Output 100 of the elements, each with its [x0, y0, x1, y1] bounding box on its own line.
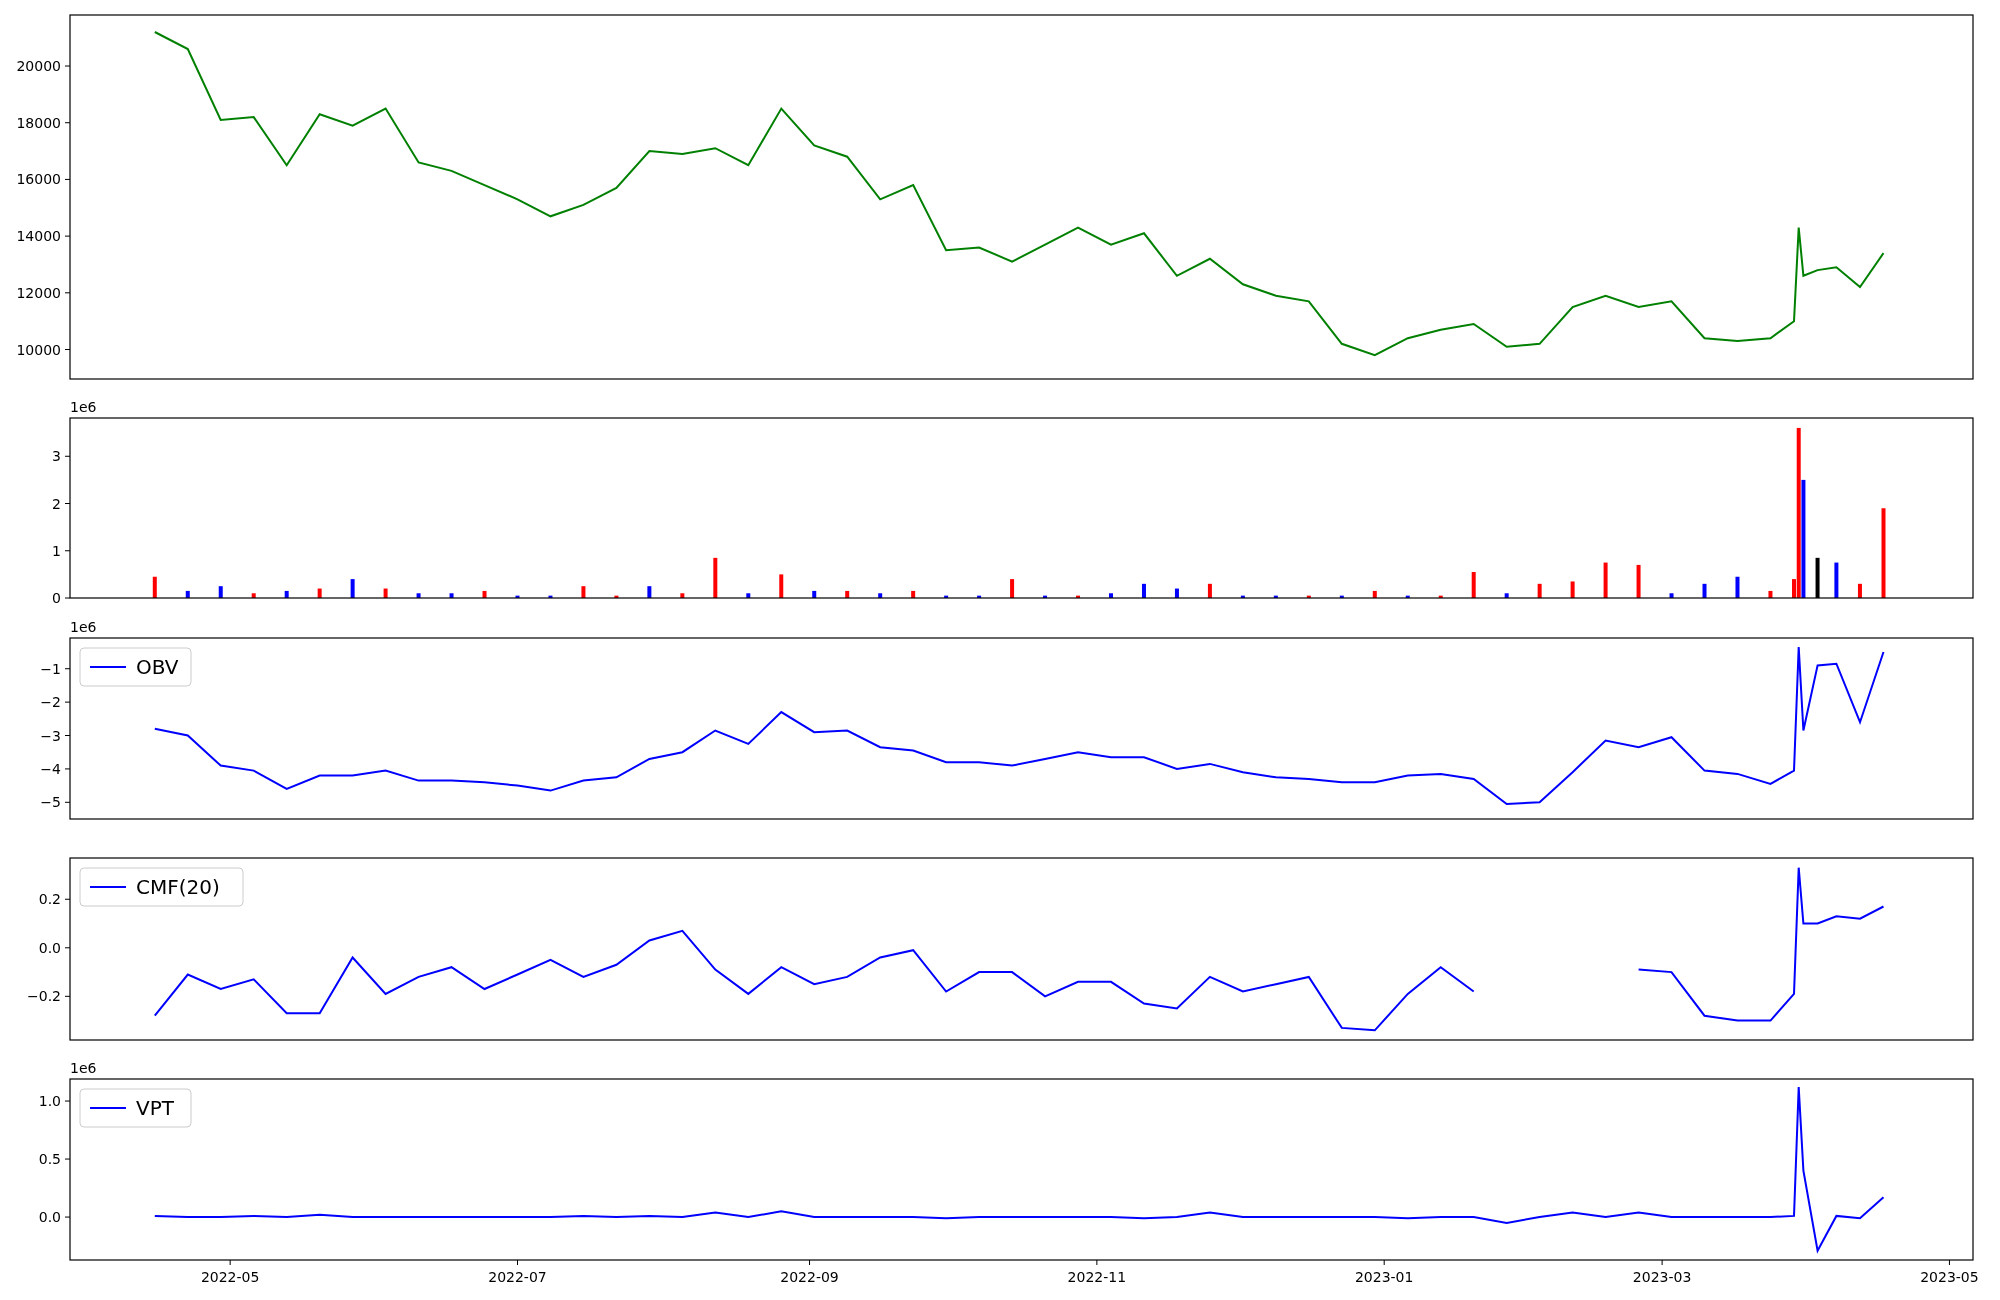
- bar: [1438, 595, 1443, 598]
- x-tick-label: 2023-05: [1920, 1269, 1979, 1285]
- y-tick-mark: [64, 65, 71, 67]
- bar: [1010, 579, 1015, 598]
- y-tick-mark: [64, 292, 71, 294]
- bar: [1207, 583, 1212, 598]
- y-tick-mark: [64, 701, 71, 703]
- y-tick-mark: [64, 349, 71, 350]
- y-tick-label: 14000: [16, 228, 61, 245]
- y-tick-label: 3: [52, 448, 61, 465]
- bar: [1636, 564, 1641, 598]
- bar: [1174, 588, 1179, 598]
- x-tick-label: 2022-11: [1067, 1269, 1127, 1285]
- y-tick-mark: [64, 597, 71, 599]
- x-tick-mark: [229, 1259, 231, 1266]
- bar: [383, 588, 388, 598]
- y-tick-mark: [64, 995, 71, 997]
- bar: [1240, 595, 1245, 598]
- y-tick-label: −1: [40, 660, 61, 677]
- y-tick-mark: [64, 235, 71, 237]
- x-tick-mark: [809, 1259, 811, 1266]
- bar: [515, 595, 520, 598]
- bar: [1043, 595, 1048, 598]
- bar: [1857, 583, 1862, 598]
- bar: [1735, 576, 1740, 598]
- bar: [1702, 583, 1707, 598]
- bar: [1141, 583, 1146, 598]
- y-tick-label: 2: [52, 495, 61, 512]
- bar: [746, 593, 751, 598]
- x-tick-mark: [1948, 1259, 1950, 1266]
- y-tick-mark: [64, 947, 71, 949]
- y-tick-label: −0.2: [27, 988, 61, 1005]
- bar: [1076, 595, 1080, 598]
- x-tick-label: 2023-03: [1632, 1269, 1692, 1285]
- bar: [1471, 572, 1476, 598]
- bar: [218, 586, 223, 598]
- x-tick-label: 2022-09: [780, 1269, 839, 1285]
- x-tick-label: 2022-07: [488, 1269, 547, 1285]
- bar: [1504, 593, 1509, 598]
- y-tick-mark: [64, 735, 71, 736]
- y-tick-mark: [64, 768, 71, 770]
- bar: [1372, 590, 1377, 598]
- bar: [1405, 595, 1410, 598]
- bar: [350, 579, 355, 598]
- y-tick-label: 16000: [16, 171, 61, 188]
- y-tick-mark: [64, 1100, 71, 1102]
- bar: [185, 590, 190, 598]
- y-tick-mark: [64, 503, 71, 504]
- bar: [1339, 595, 1344, 598]
- x-tick-label: 2023-01: [1354, 1269, 1414, 1285]
- bar: [152, 576, 157, 598]
- bar: [977, 595, 982, 598]
- axis-offset-label: 1e6: [70, 1060, 97, 1076]
- bar: [449, 593, 454, 598]
- bar: [1306, 595, 1311, 598]
- legend-label: OBV: [136, 655, 179, 679]
- y-tick-label: 0.2: [38, 891, 61, 908]
- y-tick-label: 20000: [16, 58, 61, 75]
- y-tick-mark: [64, 898, 71, 900]
- bar: [1815, 557, 1820, 598]
- y-tick-label: −4: [40, 760, 61, 777]
- axis-offset-label: 1e6: [70, 399, 97, 415]
- bar: [548, 595, 553, 598]
- bar: [1537, 583, 1542, 598]
- y-tick-mark: [64, 1158, 71, 1160]
- bar: [614, 595, 619, 598]
- bar: [878, 593, 883, 598]
- x-tick-mark: [517, 1259, 518, 1266]
- bar: [1768, 590, 1773, 598]
- y-tick-mark: [64, 801, 71, 803]
- bar: [1570, 581, 1575, 598]
- legend-label: VPT: [136, 1096, 174, 1120]
- x-tick-mark: [1096, 1259, 1098, 1266]
- bar: [1603, 562, 1608, 598]
- y-tick-label: 12000: [16, 284, 61, 301]
- bar: [482, 590, 487, 598]
- bar: [647, 586, 652, 598]
- y-tick-label: 0.0: [38, 939, 61, 956]
- y-tick-label: 0.5: [38, 1151, 61, 1168]
- legend-line-icon: [89, 666, 127, 668]
- bar: [284, 590, 289, 598]
- bar: [812, 590, 817, 598]
- y-tick-label: −5: [40, 794, 61, 811]
- bar: [1109, 593, 1113, 598]
- legend-line-icon: [89, 1107, 127, 1109]
- bar: [713, 557, 718, 598]
- y-tick-mark: [64, 122, 71, 124]
- y-tick-mark: [64, 455, 71, 457]
- x-tick-mark: [1383, 1259, 1385, 1266]
- bar: [680, 593, 685, 598]
- y-tick-label: 1: [52, 542, 61, 559]
- x-tick-label: 2022-05: [200, 1269, 260, 1285]
- y-tick-mark: [64, 178, 71, 180]
- bar: [1273, 595, 1278, 598]
- y-tick-mark: [64, 1216, 71, 1218]
- y-tick-label: 0.0: [38, 1209, 61, 1226]
- bar: [1834, 562, 1839, 598]
- bar: [581, 586, 586, 598]
- bar: [416, 593, 421, 598]
- legend-line-icon: [89, 886, 127, 888]
